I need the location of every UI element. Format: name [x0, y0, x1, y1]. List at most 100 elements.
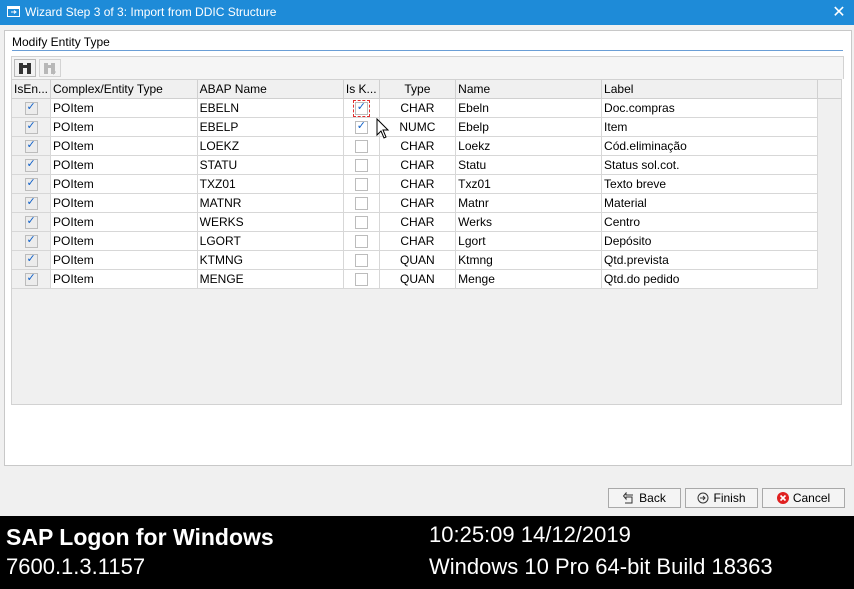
close-icon[interactable]: ✕: [824, 0, 854, 25]
is-entity-cell[interactable]: ✓: [12, 155, 52, 175]
is-entity-cell[interactable]: ✓: [12, 269, 52, 289]
is-entity-cell[interactable]: ✓: [12, 212, 52, 232]
column-header-abap-name[interactable]: ABAP Name: [197, 80, 344, 99]
complex-type-cell[interactable]: POItem: [50, 269, 198, 289]
column-header-type[interactable]: Type: [379, 80, 457, 99]
is-key-cell[interactable]: [343, 155, 380, 175]
table-row[interactable]: ✓ POItem EBELN ✓ CHAR Ebeln Doc.compras: [12, 98, 841, 118]
table-row[interactable]: ✓ POItem WERKS CHAR Werks Centro: [12, 212, 841, 232]
is-key-cell[interactable]: [343, 231, 380, 251]
find-next-button[interactable]: [39, 59, 61, 77]
label-cell[interactable]: Cód.eliminação: [601, 136, 818, 156]
finish-button[interactable]: Finish: [685, 488, 758, 508]
label-cell[interactable]: Item: [601, 117, 818, 137]
is-key-checkbox[interactable]: [354, 159, 368, 173]
is-key-cell[interactable]: [343, 174, 380, 194]
name-cell[interactable]: Menge: [455, 269, 603, 289]
type-cell[interactable]: NUMC: [379, 117, 457, 137]
is-key-cell[interactable]: [343, 250, 380, 270]
back-button[interactable]: Back: [608, 488, 681, 508]
table-row[interactable]: ✓ POItem LOEKZ CHAR Loekz Cód.eliminação: [12, 136, 841, 156]
abap-name-cell[interactable]: EBELP: [197, 117, 344, 137]
is-key-cell[interactable]: [343, 269, 380, 289]
type-cell[interactable]: CHAR: [379, 212, 457, 232]
is-entity-cell[interactable]: ✓: [12, 117, 52, 137]
type-cell[interactable]: QUAN: [379, 250, 457, 270]
is-entity-cell[interactable]: ✓: [12, 136, 52, 156]
table-row[interactable]: ✓ POItem MATNR CHAR Matnr Material: [12, 193, 841, 213]
label-cell[interactable]: Depósito: [601, 231, 818, 251]
label-cell[interactable]: Centro: [601, 212, 818, 232]
is-key-checkbox[interactable]: [354, 197, 368, 211]
is-key-checkbox[interactable]: [354, 235, 368, 249]
is-key-checkbox[interactable]: ✓: [354, 120, 368, 135]
name-cell[interactable]: Ktmng: [455, 250, 603, 270]
abap-name-cell[interactable]: LOEKZ: [197, 136, 344, 156]
complex-type-cell[interactable]: POItem: [50, 231, 198, 251]
is-entity-cell[interactable]: ✓: [12, 250, 52, 270]
is-key-checkbox[interactable]: [354, 254, 368, 268]
abap-name-cell[interactable]: STATU: [197, 155, 344, 175]
name-cell[interactable]: Statu: [455, 155, 603, 175]
table-row[interactable]: ✓ POItem LGORT CHAR Lgort Depósito: [12, 231, 841, 251]
table-row[interactable]: ✓ POItem KTMNG QUAN Ktmng Qtd.prevista: [12, 250, 841, 270]
is-entity-cell[interactable]: ✓: [12, 193, 52, 213]
is-key-cell[interactable]: [343, 212, 380, 232]
name-cell[interactable]: Lgort: [455, 231, 603, 251]
abap-name-cell[interactable]: LGORT: [197, 231, 344, 251]
abap-name-cell[interactable]: MENGE: [197, 269, 344, 289]
abap-name-cell[interactable]: KTMNG: [197, 250, 344, 270]
table-row[interactable]: ✓ POItem TXZ01 CHAR Txz01 Texto breve: [12, 174, 841, 194]
label-cell[interactable]: Material: [601, 193, 818, 213]
label-cell[interactable]: Doc.compras: [601, 98, 818, 118]
complex-type-cell[interactable]: POItem: [50, 155, 198, 175]
complex-type-cell[interactable]: POItem: [50, 174, 198, 194]
is-entity-cell[interactable]: ✓: [12, 98, 52, 118]
is-key-cell[interactable]: ✓: [343, 117, 380, 137]
column-header-name[interactable]: Name: [455, 80, 603, 99]
is-entity-cell[interactable]: ✓: [12, 231, 52, 251]
name-cell[interactable]: Ebelp: [455, 117, 603, 137]
type-cell[interactable]: QUAN: [379, 269, 457, 289]
complex-type-cell[interactable]: POItem: [50, 193, 198, 213]
name-cell[interactable]: Matnr: [455, 193, 603, 213]
complex-type-cell[interactable]: POItem: [50, 117, 198, 137]
column-header-complex-type[interactable]: Complex/Entity Type: [50, 80, 198, 99]
abap-name-cell[interactable]: EBELN: [197, 98, 344, 118]
table-row[interactable]: ✓ POItem MENGE QUAN Menge Qtd.do pedido: [12, 269, 841, 289]
label-cell[interactable]: Qtd.prevista: [601, 250, 818, 270]
column-header-is-key[interactable]: Is K...: [343, 80, 380, 99]
label-cell[interactable]: Texto breve: [601, 174, 818, 194]
type-cell[interactable]: CHAR: [379, 155, 457, 175]
abap-name-cell[interactable]: TXZ01: [197, 174, 344, 194]
abap-name-cell[interactable]: MATNR: [197, 193, 344, 213]
name-cell[interactable]: Txz01: [455, 174, 603, 194]
is-key-checkbox[interactable]: [354, 178, 368, 192]
is-key-checkbox[interactable]: ✓: [352, 100, 370, 117]
complex-type-cell[interactable]: POItem: [50, 98, 198, 118]
cancel-button[interactable]: Cancel: [762, 488, 845, 508]
is-key-cell[interactable]: [343, 136, 380, 156]
column-header-is-entity[interactable]: IsEn...: [12, 80, 52, 99]
name-cell[interactable]: Ebeln: [455, 98, 603, 118]
find-button[interactable]: [14, 59, 36, 77]
name-cell[interactable]: Werks: [455, 212, 603, 232]
is-key-cell[interactable]: [343, 193, 380, 213]
is-key-cell[interactable]: ✓: [343, 98, 380, 118]
table-row[interactable]: ✓ POItem STATU CHAR Statu Status sol.cot.: [12, 155, 841, 175]
label-cell[interactable]: Qtd.do pedido: [601, 269, 818, 289]
is-key-checkbox[interactable]: [354, 140, 368, 154]
type-cell[interactable]: CHAR: [379, 231, 457, 251]
abap-name-cell[interactable]: WERKS: [197, 212, 344, 232]
complex-type-cell[interactable]: POItem: [50, 250, 198, 270]
column-header-label[interactable]: Label: [601, 80, 818, 99]
label-cell[interactable]: Status sol.cot.: [601, 155, 818, 175]
type-cell[interactable]: CHAR: [379, 136, 457, 156]
complex-type-cell[interactable]: POItem: [50, 212, 198, 232]
is-key-checkbox[interactable]: [354, 216, 368, 230]
complex-type-cell[interactable]: POItem: [50, 136, 198, 156]
type-cell[interactable]: CHAR: [379, 174, 457, 194]
type-cell[interactable]: CHAR: [379, 193, 457, 213]
type-cell[interactable]: CHAR: [379, 98, 457, 118]
table-row[interactable]: ✓ POItem EBELP ✓ NUMC Ebelp Item: [12, 117, 841, 137]
